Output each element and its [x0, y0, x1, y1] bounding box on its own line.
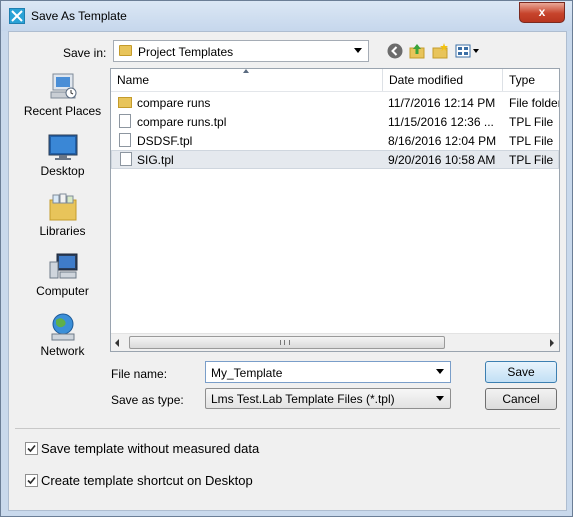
new-folder-button[interactable] [431, 42, 449, 60]
save-without-measured-data-checkbox[interactable] [25, 442, 38, 455]
save-as-type-dropdown[interactable]: Lms Test.Lab Template Files (*.tpl) [205, 388, 451, 409]
cancel-button[interactable]: Cancel [485, 388, 557, 410]
back-arrow-icon [387, 43, 403, 59]
folder-icon [118, 97, 132, 108]
column-header-date-modified[interactable]: Date modified [383, 69, 503, 91]
create-shortcut-checkbox[interactable] [25, 474, 38, 487]
save-as-type-label: Save as type: [111, 393, 184, 407]
scroll-right-icon[interactable] [550, 339, 554, 347]
place-desktop[interactable]: Desktop [15, 128, 110, 186]
place-libraries[interactable]: Libraries [15, 188, 110, 246]
table-row[interactable]: DSDSF.tpl 8/16/2016 12:04 PM TPL File [111, 131, 559, 150]
sort-ascending-icon [243, 69, 249, 73]
save-in-value: Project Templates [138, 45, 234, 59]
place-network[interactable]: Network [15, 308, 110, 366]
folder-icon [119, 45, 132, 56]
app-icon [9, 8, 25, 24]
save-as-type-value: Lms Test.Lab Template Files (*.tpl) [211, 392, 395, 406]
save-without-measured-data-label[interactable]: Save template without measured data [41, 441, 259, 456]
place-label: Recent Places [23, 104, 102, 118]
file-name-label: File name: [111, 367, 168, 381]
file-type: TPL File [509, 134, 554, 148]
place-computer[interactable]: Computer [15, 248, 110, 306]
file-date: 9/20/2016 10:58 AM [388, 153, 496, 167]
file-list-header: Name Date modified Type [111, 69, 559, 92]
view-menu-button[interactable] [455, 42, 481, 60]
place-label: Desktop [40, 164, 85, 178]
save-in-label: Save in: [63, 46, 107, 60]
file-type: TPL File [509, 153, 554, 167]
file-name: compare runs [137, 96, 211, 110]
place-label: Computer [36, 284, 89, 298]
place-recent-places[interactable]: Recent Places [15, 68, 110, 126]
up-folder-button[interactable] [408, 42, 426, 60]
checkmark-icon [27, 476, 36, 485]
file-date: 11/15/2016 12:36 ... [388, 115, 494, 129]
file-date: 8/16/2016 12:04 PM [388, 134, 497, 148]
file-icon [120, 152, 132, 166]
recent-places-icon [50, 73, 77, 99]
desktop-icon [48, 134, 78, 160]
table-row[interactable]: compare runs 11/7/2016 12:14 PM File fol… [111, 93, 559, 112]
file-name-value[interactable]: My_Template [211, 366, 282, 380]
scroll-left-icon[interactable] [115, 339, 119, 347]
place-label: Libraries [39, 224, 86, 238]
file-type: File folder [509, 96, 560, 110]
places-bar: Recent Places Desktop Libraries Computer… [15, 68, 110, 358]
checkmark-icon [27, 444, 36, 453]
save-button[interactable]: Save [485, 361, 557, 383]
column-header-type[interactable]: Type [503, 69, 559, 91]
close-button[interactable]: x [519, 2, 565, 23]
create-shortcut-label[interactable]: Create template shortcut on Desktop [41, 473, 253, 488]
dialog-body: Save in: Project Templates Recent Places… [8, 31, 567, 511]
place-label: Network [40, 344, 85, 358]
file-type: TPL File [509, 115, 554, 129]
scrollbar-thumb[interactable] [129, 336, 445, 349]
file-name: compare runs.tpl [137, 115, 227, 129]
save-in-dropdown[interactable]: Project Templates [113, 40, 369, 62]
file-list[interactable]: Name Date modified Type compare runs 11/… [110, 68, 560, 352]
horizontal-scrollbar[interactable] [111, 333, 559, 351]
grip-icon [280, 340, 290, 345]
file-icon [119, 114, 131, 128]
file-name-combobox[interactable]: My_Template [205, 361, 451, 383]
window-title: Save As Template [31, 9, 127, 23]
save-as-template-dialog: Save As Template x Save in: Project Temp… [0, 0, 573, 517]
file-name: SIG.tpl [137, 153, 174, 167]
table-row-selected[interactable]: SIG.tpl 9/20/2016 10:58 AM TPL File [111, 150, 559, 169]
chevron-down-icon[interactable] [436, 369, 444, 374]
title-bar[interactable]: Save As Template x [1, 1, 572, 31]
table-row[interactable]: compare runs.tpl 11/15/2016 12:36 ... TP… [111, 112, 559, 131]
divider [15, 428, 560, 429]
view-menu-icon [455, 44, 479, 58]
file-name: DSDSF.tpl [137, 134, 193, 148]
up-folder-icon [409, 44, 425, 59]
back-button[interactable] [386, 42, 404, 60]
file-date: 11/7/2016 12:14 PM [388, 96, 496, 110]
libraries-icon [49, 193, 77, 221]
chevron-down-icon [354, 48, 362, 53]
computer-icon [49, 253, 78, 279]
file-icon [119, 133, 131, 147]
network-icon [51, 313, 75, 341]
new-folder-icon [432, 43, 448, 59]
chevron-down-icon [436, 396, 444, 401]
